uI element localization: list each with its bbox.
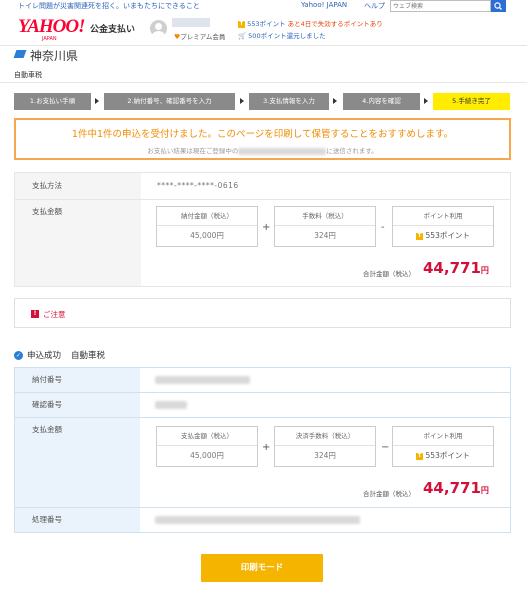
confirm-number-label: 確認番号 bbox=[15, 393, 140, 417]
step-5-active: 5.手続き完了 bbox=[433, 93, 510, 110]
result-total-label: 合計金額（税込） bbox=[363, 490, 415, 498]
step-arrow-icon bbox=[333, 98, 337, 104]
news-link[interactable]: トイレ問題が災害関連死を招く。いまもたちにできること bbox=[18, 1, 200, 11]
payment-number-value bbox=[155, 376, 250, 386]
result-points-box: ポイント利用 T 553ポイント bbox=[392, 426, 494, 467]
warning-icon: ! bbox=[31, 310, 39, 318]
email-redacted bbox=[238, 147, 327, 155]
username-redacted bbox=[172, 18, 210, 27]
avatar[interactable] bbox=[150, 20, 167, 37]
help-link[interactable]: ヘルプ bbox=[364, 1, 385, 11]
process-number-label: 処理番号 bbox=[15, 508, 140, 532]
payment-amount-label: 支払金額 bbox=[15, 200, 141, 286]
step-arrow-icon bbox=[240, 98, 244, 104]
amount-box: 納付金額（税込） 45,000円 bbox=[156, 206, 258, 247]
top-bar: トイレ問題が災害関連死を招く。いまもたちにできること Yahoo! JAPAN … bbox=[0, 0, 527, 12]
yahoo-japan-link[interactable]: Yahoo! JAPAN bbox=[301, 1, 347, 9]
step-arrow-icon bbox=[95, 98, 99, 104]
minus-sign: - bbox=[381, 222, 385, 233]
process-number-value bbox=[155, 516, 360, 526]
tax-type-label: 自動車税 bbox=[14, 71, 42, 79]
fee-box: 手数料（税込） 324円 bbox=[274, 206, 376, 247]
payment-method-label: 支払方法 bbox=[15, 173, 141, 199]
tpoint-icon: T bbox=[416, 452, 424, 460]
step-3: 3.支払情報を入力 bbox=[249, 93, 329, 110]
tpoint-icon: T bbox=[238, 20, 245, 28]
search-input[interactable] bbox=[390, 0, 491, 12]
notice-sub-text: お支払い結果は現在ご登録中の に送信されます。 bbox=[147, 147, 378, 155]
tpoint-icon: T bbox=[416, 232, 424, 240]
success-title: 申込成功 自動車税 bbox=[27, 351, 106, 361]
step-1: 1.お支払い手順 bbox=[14, 93, 91, 110]
header-divider bbox=[0, 45, 527, 46]
result-fee-box: 決済手数料（税込） 324円 bbox=[274, 426, 376, 467]
result-detail-table: 納付番号 確認番号 支払金額 支払金額（税込） 45,000円 + 決済手数料（… bbox=[14, 367, 511, 533]
total-amount: 44,771円 bbox=[423, 259, 489, 277]
payment-summary-table: 支払方法 ****-****-****-0616 支払金額 納付金額（税込） 4… bbox=[14, 172, 511, 287]
service-title[interactable]: 公金支払い bbox=[90, 22, 135, 35]
result-amount-box: 支払金額（税込） 45,000円 bbox=[156, 426, 258, 467]
site-header: YAHOO! JAPAN 公金支払い ♥プレミアム会員 T 553ポイント あと… bbox=[0, 12, 527, 46]
search-icon bbox=[494, 2, 502, 10]
step-arrow-icon bbox=[424, 98, 428, 104]
print-mode-button[interactable]: 印刷モード bbox=[201, 554, 323, 582]
step-2: 2.納付番号、確認番号を入力 bbox=[104, 93, 235, 110]
payment-method-value: ****-****-****-0616 bbox=[157, 181, 239, 190]
step-4: 4.内容を確認 bbox=[343, 93, 420, 110]
total-label: 合計金額（税込） bbox=[363, 270, 415, 278]
plus-sign: + bbox=[262, 222, 271, 233]
result-total-amount: 44,771円 bbox=[423, 479, 489, 497]
cart-icon: 🛒 bbox=[238, 32, 247, 40]
points-box: ポイント利用 T 553ポイント bbox=[392, 206, 494, 247]
result-amount-label: 支払金額 bbox=[15, 418, 140, 507]
check-icon: ✓ bbox=[14, 351, 23, 360]
prefecture-title: 神奈川県 bbox=[30, 49, 79, 63]
premium-badge[interactable]: ♥プレミアム会員 bbox=[174, 31, 225, 41]
prefecture-icon bbox=[13, 50, 27, 58]
caution-label: ご注意 bbox=[43, 310, 66, 319]
caution-box[interactable]: ! ご注意 bbox=[14, 298, 511, 328]
payment-number-label: 納付番号 bbox=[15, 368, 140, 392]
search-button[interactable] bbox=[491, 0, 506, 12]
notice-main-text: 1件中1件の申込を受付けました。このページを印刷して保管することをおすすめします… bbox=[71, 129, 454, 140]
points-return-info[interactable]: 🛒 500ポイント還元しました bbox=[238, 30, 326, 40]
yahoo-logo-sub: JAPAN bbox=[42, 36, 57, 42]
confirm-number-value bbox=[155, 401, 187, 411]
plus-sign: + bbox=[262, 442, 271, 453]
minus-sign: − bbox=[381, 442, 390, 453]
yahoo-logo[interactable]: YAHOO! bbox=[18, 16, 85, 38]
prefecture-divider bbox=[0, 82, 527, 83]
points-info[interactable]: T 553ポイント あと4日で失効するポイントあり bbox=[238, 18, 383, 28]
completion-notice: 1件中1件の申込を受付けました。このページを印刷して保管することをおすすめします… bbox=[14, 118, 511, 160]
